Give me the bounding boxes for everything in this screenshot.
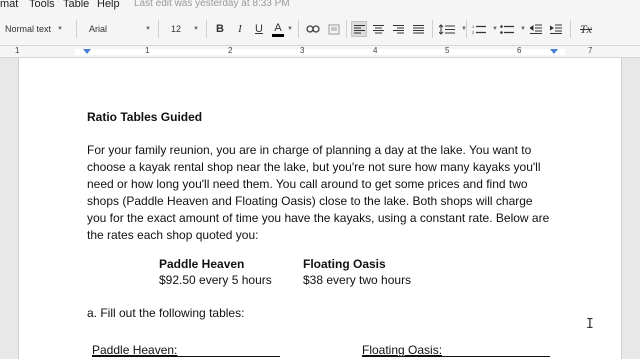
line-spacing-button[interactable]: ▼: [439, 21, 467, 37]
color-swatch: [272, 33, 284, 37]
align-justify-icon[interactable]: [410, 21, 426, 37]
align-right-icon[interactable]: [390, 21, 406, 37]
chevron-down-icon: ▼: [145, 26, 151, 32]
divider: [76, 20, 77, 38]
divider: [346, 20, 347, 38]
table-top-border: [92, 356, 280, 357]
ruler-mark: 6: [517, 46, 522, 55]
divider: [466, 20, 467, 38]
chevron-down-icon: ▼: [193, 26, 199, 32]
menu-tools[interactable]: Tools: [29, 0, 55, 10]
style-dropdown[interactable]: Normal text ▼: [4, 21, 70, 37]
right-indent-icon[interactable]: [550, 49, 558, 54]
shop-floating-oasis: Floating Oasis $38 every two hours: [303, 256, 411, 288]
ruler-mark: 7: [588, 46, 593, 55]
table-header-paddle-heaven: Paddle Heaven:: [92, 343, 178, 357]
increase-indent-icon[interactable]: [548, 21, 564, 37]
font-size-dropdown[interactable]: 12 ▼: [170, 21, 200, 37]
ruler-mark: 2: [228, 46, 233, 55]
comment-icon[interactable]: [326, 21, 342, 37]
ruler: 1 1 2 3 4 5 6 7: [0, 46, 640, 58]
align-left-icon[interactable]: [351, 21, 367, 37]
divider: [432, 20, 433, 38]
divider: [298, 20, 299, 38]
shop-name: Paddle Heaven: [159, 257, 245, 271]
svg-text:1: 1: [472, 24, 475, 29]
text-color-button[interactable]: A: [270, 19, 286, 39]
ruler-mark: 5: [445, 46, 450, 55]
ruler-mark: 1: [15, 46, 20, 55]
document-title: Ratio Tables Guided: [87, 110, 203, 124]
shop-rate: $92.50 every 5 hours: [159, 273, 272, 287]
ruler-mark: 3: [300, 46, 305, 55]
paragraph-line: For your family reunion, you are in char…: [87, 143, 532, 157]
decrease-indent-icon[interactable]: [528, 21, 544, 37]
font-label: Arial: [89, 24, 108, 34]
line-spacing-icon: [439, 23, 455, 35]
menu-bar: mat Tools Table Help Last edit was yeste…: [0, 0, 640, 12]
divider: [158, 20, 159, 38]
numbered-list-icon: 12: [472, 24, 486, 35]
bulleted-list-icon: [500, 24, 514, 34]
font-dropdown[interactable]: Arial ▼: [88, 21, 152, 37]
numbered-list-button[interactable]: 12 ▼: [472, 21, 498, 37]
paragraph-line: shops (Paddle Heaven and Floating Oasis)…: [87, 194, 533, 208]
svg-text:2: 2: [472, 30, 475, 35]
shop-rate: $38 every two hours: [303, 273, 412, 287]
menu-help[interactable]: Help: [97, 0, 120, 10]
italic-button[interactable]: I: [232, 21, 248, 37]
last-edit-status[interactable]: Last edit was yesterday at 8:33 PM: [134, 0, 290, 9]
bulleted-list-button[interactable]: ▼: [500, 21, 526, 37]
link-icon[interactable]: [305, 21, 321, 37]
shop-name: Floating Oasis: [303, 257, 386, 271]
paragraph-line: you for the exact amount of time you hav…: [87, 211, 550, 225]
toolbar: Normal text ▼ Arial ▼ 12 ▼ B I U A ▼ ▼ 1…: [0, 12, 640, 46]
divider: [570, 20, 571, 38]
shop-paddle-heaven: Paddle Heaven $92.50 every 5 hours: [159, 256, 272, 288]
text-color-icon: A: [274, 21, 282, 34]
font-size-label: 12: [171, 24, 182, 34]
menu-format[interactable]: mat: [0, 0, 18, 10]
underline-button[interactable]: U: [251, 21, 267, 37]
ruler-mark: 1: [145, 46, 150, 55]
paragraph-line: need or how long you'll need them. You c…: [87, 177, 528, 191]
bold-button[interactable]: B: [212, 21, 228, 37]
align-center-icon[interactable]: [370, 21, 386, 37]
body-paragraph: For your family reunion, you are in char…: [87, 142, 557, 244]
clear-formatting-button[interactable]: Tx: [578, 21, 594, 37]
chevron-down-icon: ▼: [492, 26, 498, 32]
style-label: Normal text: [5, 24, 52, 34]
chevron-down-icon: ▼: [57, 26, 63, 32]
paragraph-line: the rates each shop quoted you:: [87, 228, 259, 242]
menu-table[interactable]: Table: [63, 0, 89, 10]
left-indent-icon[interactable]: [83, 49, 91, 54]
chevron-down-icon: ▼: [520, 26, 526, 32]
divider: [206, 20, 207, 38]
chevron-down-icon[interactable]: ▼: [287, 21, 293, 37]
text-cursor-icon: I: [586, 317, 594, 332]
paragraph-line: choose a kayak rental shop near the lake…: [87, 160, 541, 174]
ruler-mark: 4: [373, 46, 378, 55]
question-a: a. Fill out the following tables:: [87, 306, 245, 320]
table-top-border: [362, 356, 550, 357]
table-header-floating-oasis: Floating Oasis:: [362, 343, 443, 357]
